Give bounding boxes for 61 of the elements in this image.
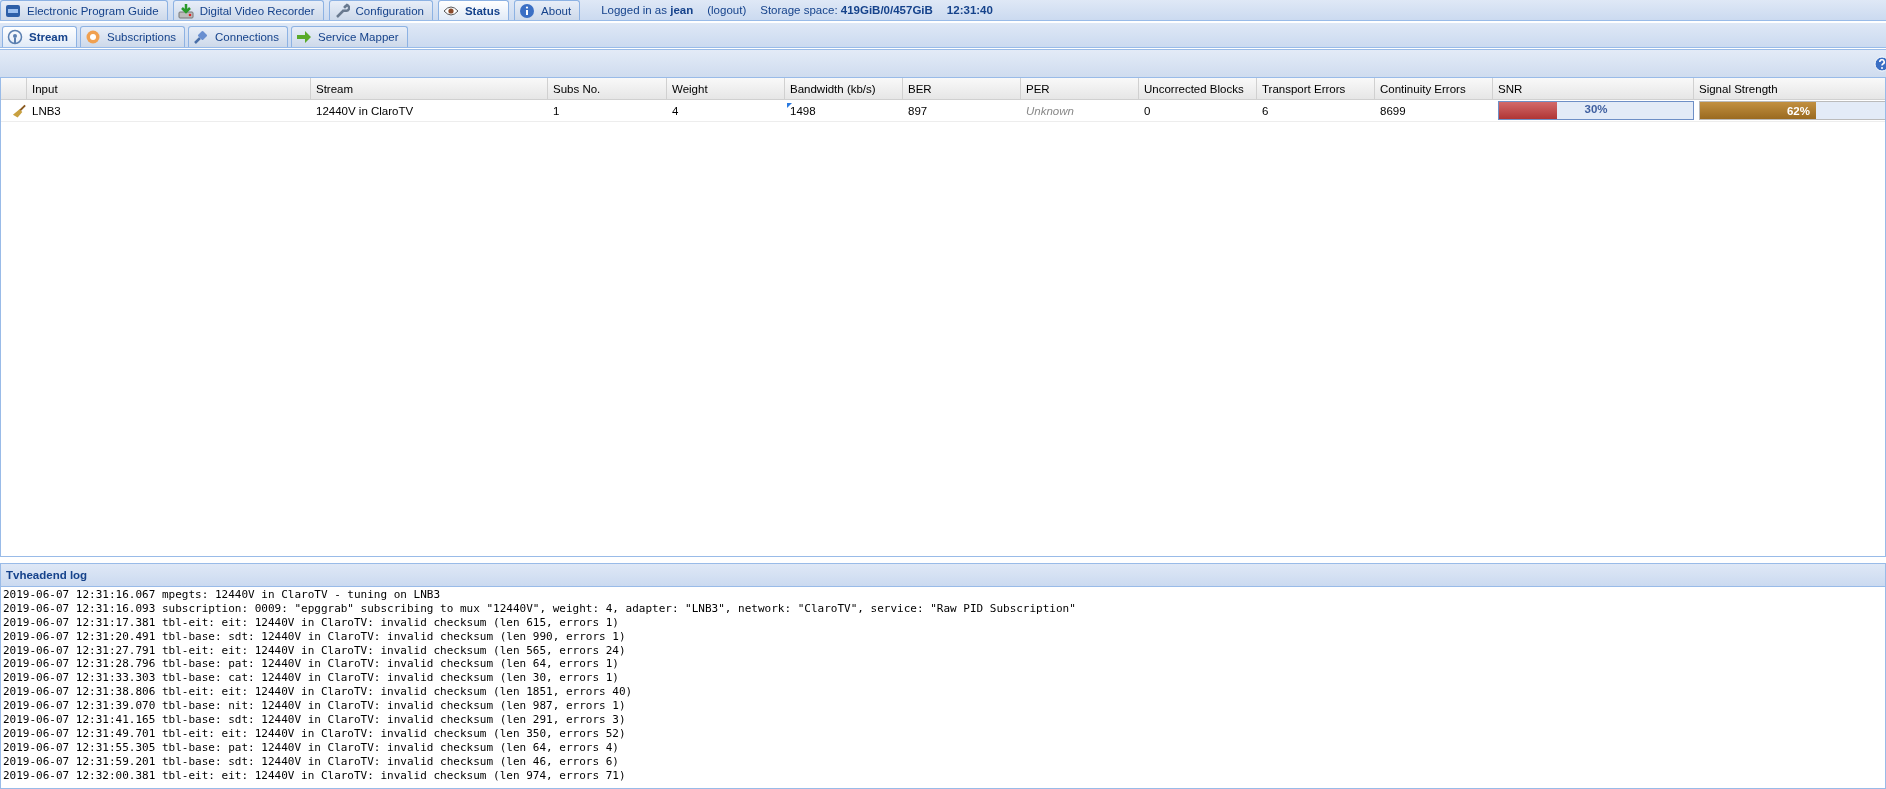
table-cell: 897: [908, 104, 928, 117]
sub-tab[interactable]: Connections: [188, 26, 288, 47]
nav-tab[interactable]: Configuration: [328, 0, 433, 20]
table-cell: 4: [672, 104, 679, 117]
table-cell: Unknown: [1026, 104, 1074, 117]
log-line: 2019-06-07 12:31:59.201 tbl-base: sdt: 12440V in ClaroTV: invalid checksum (len 46, errors 6): [3, 754, 619, 768]
signal-reading: 62%: [1786, 104, 1811, 117]
log-line: 2019-06-07 12:31:41.165 tbl-base: sdt: 12440V in ClaroTV: invalid checksum (len 291, errors 3): [3, 713, 626, 726]
column-header[interactable]: SNR: [1498, 82, 1523, 95]
download-icon: [177, 2, 194, 19]
table-cell: 8699: [1380, 104, 1406, 117]
table-cell: 1498: [790, 104, 816, 117]
column-header[interactable]: Subs No.: [553, 82, 601, 95]
column-header[interactable]: Transport Errors: [1262, 82, 1346, 95]
log-line: 2019-06-07 12:31:28.796 tbl-base: pat: 12440V in ClaroTV: invalid checksum (len 64, errors 1): [3, 657, 619, 671]
column-header[interactable]: Stream: [316, 82, 354, 95]
log-line: 2019-06-07 12:32:00.381 tbl-eit: eit: 12440V in ClaroTV: invalid checksum (len 974, errors 71): [3, 768, 626, 782]
logout-link[interactable]: (logout): [707, 4, 747, 16]
sub-tab[interactable]: Stream: [2, 26, 77, 47]
column-header[interactable]: BER: [908, 82, 932, 95]
table-cell: 1: [553, 104, 560, 117]
info-icon: [519, 2, 536, 19]
log-line: 2019-06-07 12:31:39.070 tbl-base: nit: 12440V in ClaroTV: invalid checksum (len 987, errors 1): [3, 699, 626, 713]
plug-icon: [193, 29, 210, 45]
sub-tab[interactable]: Service Mapper: [291, 26, 408, 47]
log-line: 2019-06-07 12:31:27.791 tbl-eit: eit: 12440V in ClaroTV: invalid checksum (len 565, errors 24): [3, 643, 626, 657]
log-line: 2019-06-07 12:31:20.491 tbl-base: sdt: 12440V in ClaroTV: invalid checksum (len 990, errors 1): [3, 629, 626, 643]
column-header[interactable]: Signal Strength: [1699, 82, 1778, 95]
epg-icon: [5, 2, 21, 19]
log-line: 2019-06-07 12:31:16.093 subscription: 0009: "epggrab" subscribing to mux "12440V", weight: 4, adapter: "LNB3", network: "ClaroTV", service: "Raw PID Subscription": [3, 601, 1076, 615]
subscriptions-icon: [85, 29, 101, 45]
column-header[interactable]: Bandwidth (kb/s): [790, 82, 876, 95]
nav-tab[interactable]: Electronic Program Guide: [0, 0, 168, 20]
column-header[interactable]: Input: [32, 82, 58, 95]
arrow-icon: [296, 29, 312, 45]
help-icon[interactable]: [1874, 55, 1886, 72]
column-header[interactable]: PER: [1026, 82, 1050, 95]
log-line: 2019-06-07 12:31:16.067 mpegts: 12440V in ClaroTV - tuning on LNB3: [3, 588, 441, 601]
table-cell: 12440V in ClaroTV: [316, 104, 414, 117]
column-header[interactable]: Continuity Errors: [1380, 82, 1466, 95]
log-line: 2019-06-07 12:31:33.303 tbl-base: cat: 12440V in ClaroTV: invalid checksum (len 30, errors 1): [3, 671, 619, 685]
snr-reading: 30%: [1583, 103, 1609, 115]
log-line: 2019-06-07 12:31:49.701 tbl-eit: eit: 12440V in ClaroTV: invalid checksum (len 350, errors 52): [3, 726, 626, 740]
table-cell: 6: [1262, 104, 1269, 117]
column-header[interactable]: Uncorrected Blocks: [1144, 82, 1244, 95]
table-cell: 0: [1144, 104, 1151, 117]
sub-tab[interactable]: Subscriptions: [80, 26, 186, 47]
broom-icon[interactable]: [12, 102, 27, 119]
nav-tab[interactable]: Status: [437, 0, 510, 20]
clock-text: 12:31:40: [946, 4, 993, 16]
nav-tab[interactable]: About: [514, 0, 581, 20]
login-text: Logged in as jean: [601, 4, 694, 16]
column-header[interactable]: Weight: [672, 82, 708, 95]
antenna-icon: [7, 29, 23, 45]
storage-text: Storage space: 419GiB/0/457GiB: [760, 4, 933, 16]
log-line: 2019-06-07 12:31:38.806 tbl-eit: eit: 12440V in ClaroTV: invalid checksum (len 1851, errors 40): [3, 685, 633, 699]
table-cell: LNB3: [32, 104, 61, 117]
panel-title: Tvheadend log: [6, 569, 88, 581]
nav-tab[interactable]: Digital Video Recorder: [172, 0, 324, 20]
log-line: 2019-06-07 12:31:17.381 tbl-eit: eit: 12440V in ClaroTV: invalid checksum (len 615, errors 1): [3, 615, 619, 629]
log-line: 2019-06-07 12:31:55.305 tbl-base: pat: 12440V in ClaroTV: invalid checksum (len 64, errors 4): [3, 740, 619, 754]
